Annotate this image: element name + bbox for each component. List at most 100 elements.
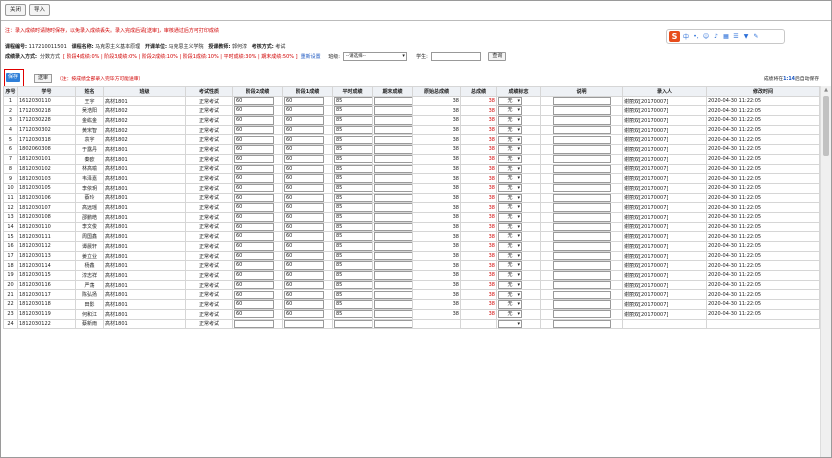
grade-flag-select[interactable]: 无 [498,106,522,115]
sogou-ime-icon[interactable]: S [669,31,680,42]
final-score-input[interactable] [374,97,412,105]
note-input[interactable] [552,242,611,251]
stage1-score-input[interactable]: 60 [284,281,324,289]
grade-flag-select[interactable]: 无 [498,194,522,202]
final-score-input[interactable] [374,164,412,173]
stage2-score-input[interactable]: 60 [234,155,274,164]
note-input[interactable] [552,223,611,231]
note-input[interactable] [552,232,611,241]
regular-score-input[interactable]: 85 [334,145,372,154]
regular-score-input[interactable]: 85 [334,164,372,173]
regular-score-input[interactable]: 85 [334,116,372,125]
stage2-score-input[interactable]: 60 [234,261,274,270]
grade-flag-select[interactable]: 无 [498,174,522,183]
final-score-input[interactable] [374,106,412,115]
grade-flag-select[interactable]: 无 [498,223,522,231]
regular-score-input[interactable]: 85 [334,194,372,202]
note-input[interactable] [552,281,611,289]
final-score-input[interactable] [374,319,412,328]
note-input[interactable] [552,261,611,270]
note-input[interactable] [552,252,611,260]
note-input[interactable] [552,300,611,309]
stage2-score-input[interactable]: 60 [234,223,274,231]
import-button[interactable]: 导入 [29,4,51,16]
stage1-score-input[interactable]: 60 [284,242,324,251]
stage2-score-input[interactable]: 60 [234,310,274,319]
note-input[interactable] [552,319,611,328]
stage2-score-input[interactable]: 60 [234,281,274,289]
final-score-input[interactable] [374,310,412,319]
note-input[interactable] [552,310,611,319]
stage2-score-input[interactable]: 60 [234,271,274,280]
stage2-score-input[interactable]: 60 [234,232,274,241]
grade-flag-select[interactable]: 无 [498,203,522,212]
final-score-input[interactable] [374,271,412,280]
close-button[interactable]: 关闭 [5,4,27,16]
class-select[interactable]: --请选择-- [342,52,407,61]
regular-score-input[interactable]: 85 [334,203,372,212]
stage2-score-input[interactable]: 60 [234,145,274,154]
regular-score-input[interactable]: 85 [334,213,372,222]
note-input[interactable] [552,271,611,280]
grade-flag-select[interactable]: 无 [498,116,522,125]
stage1-score-input[interactable]: 60 [284,135,324,144]
menu-icon[interactable]: ☰ [732,33,740,40]
stage1-score-input[interactable]: 60 [284,174,324,183]
final-score-input[interactable] [374,135,412,144]
stage1-score-input[interactable]: 60 [284,261,324,270]
keyboard-icon[interactable]: ▦ [722,33,730,40]
final-score-input[interactable] [374,145,412,154]
grade-flag-select[interactable]: 无 [498,164,522,173]
stage2-score-input[interactable]: 60 [234,213,274,222]
regular-score-input[interactable]: 85 [334,97,372,105]
grade-flag-select[interactable]: 无 [498,300,522,309]
final-score-input[interactable] [374,184,412,193]
note-input[interactable] [552,203,611,212]
scrollbar[interactable]: ▲ [820,86,831,457]
note-input[interactable] [552,213,611,222]
stage1-score-input[interactable]: 60 [284,203,324,212]
emoji-icon[interactable]: ☺ [702,33,710,40]
stage1-score-input[interactable]: 60 [284,184,324,193]
stage2-score-input[interactable]: 60 [234,203,274,212]
student-input[interactable] [430,52,481,61]
final-score-input[interactable] [374,213,412,222]
stage1-score-input[interactable]: 60 [284,252,324,260]
grade-flag-select[interactable]: 无 [498,232,522,241]
grade-flag-select[interactable]: 无 [498,155,522,164]
stage2-score-input[interactable] [234,319,274,328]
final-score-input[interactable] [374,126,412,134]
stage1-score-input[interactable] [284,319,324,328]
final-score-input[interactable] [374,290,412,299]
scroll-up-icon[interactable]: ▲ [821,86,831,94]
note-input[interactable] [552,106,611,115]
final-score-input[interactable] [374,232,412,241]
final-score-input[interactable] [374,261,412,270]
stage2-score-input[interactable]: 60 [234,106,274,115]
regular-score-input[interactable]: 85 [334,252,372,260]
stage2-score-input[interactable]: 60 [234,290,274,299]
query-button[interactable]: 查询 [488,52,507,61]
note-input[interactable] [552,97,611,105]
regular-score-input[interactable]: 85 [334,135,372,144]
stage1-score-input[interactable]: 60 [284,290,324,299]
stage2-score-input[interactable]: 60 [234,164,274,173]
note-input[interactable] [552,145,611,154]
chinese-mode-icon[interactable]: 中 [682,32,690,41]
regular-score-input[interactable]: 85 [334,300,372,309]
stage1-score-input[interactable]: 60 [284,97,324,105]
stage2-score-input[interactable]: 60 [234,242,274,251]
stage2-score-input[interactable]: 60 [234,97,274,105]
stage2-score-input[interactable]: 60 [234,135,274,144]
grade-flag-select[interactable]: 无 [498,252,522,260]
note-input[interactable] [552,184,611,193]
stage1-score-input[interactable]: 60 [284,310,324,319]
note-input[interactable] [552,155,611,164]
final-score-input[interactable] [374,242,412,251]
scroll-thumb[interactable] [823,96,829,156]
reset-link[interactable]: 重新设置 [301,53,321,60]
stage2-score-input[interactable]: 60 [234,300,274,309]
regular-score-input[interactable]: 85 [334,126,372,134]
stage1-score-input[interactable]: 60 [284,213,324,222]
note-input[interactable] [552,290,611,299]
